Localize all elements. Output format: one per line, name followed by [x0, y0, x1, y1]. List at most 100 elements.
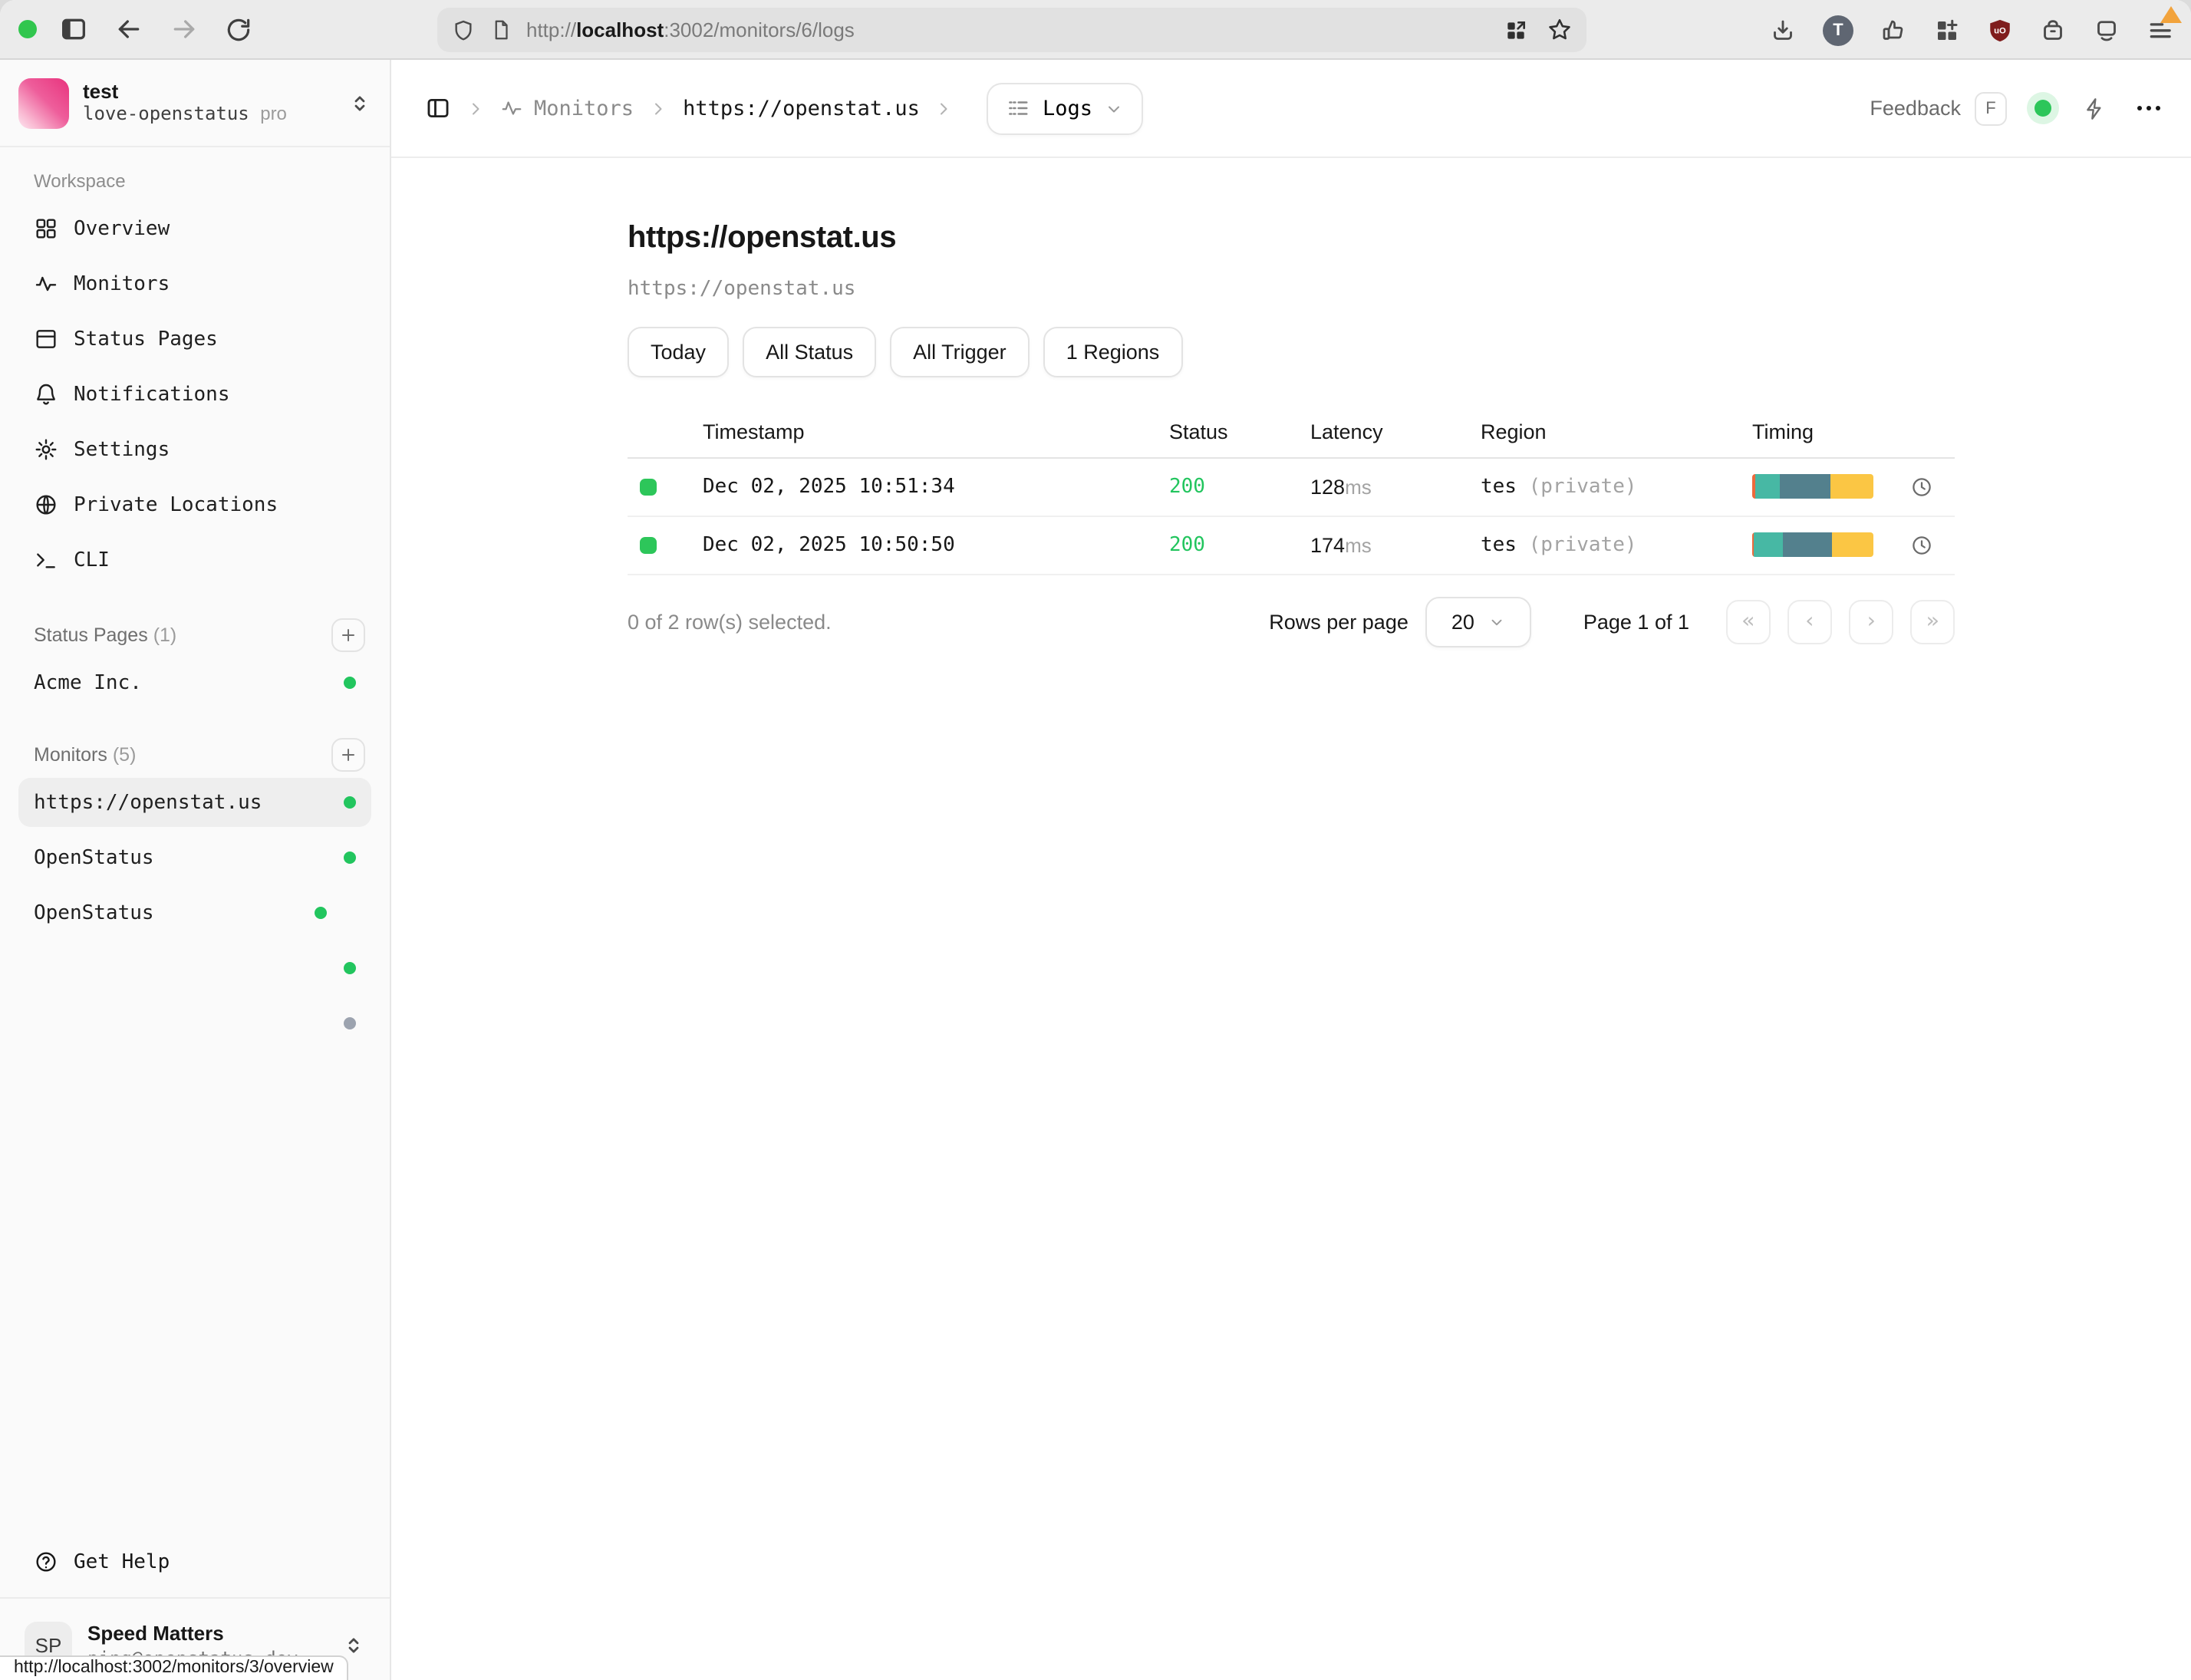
page-content: https://openstat.us https://openstat.us … [628, 158, 1955, 647]
url-text[interactable]: http://localhost:3002/monitors/6/logs [526, 18, 855, 41]
column-header-timing[interactable]: Timing [1752, 420, 1955, 443]
sidebar-item-label: Notifications [74, 383, 230, 406]
monitor-item[interactable]: OpenStatus [18, 833, 371, 882]
page-indicator: Page 1 of 1 [1583, 611, 1689, 634]
extension-thumb-icon[interactable] [1880, 16, 1907, 44]
browser-sidebar-toggle-icon[interactable] [58, 14, 89, 44]
feedback-shortcut-badge: F [1975, 91, 2007, 125]
filter-trigger-button[interactable]: All Trigger [890, 327, 1030, 377]
monitors-section-title: Monitors (5) [34, 744, 136, 766]
terminal-icon [34, 548, 58, 572]
add-status-page-button[interactable] [331, 618, 365, 652]
column-header-timestamp[interactable]: Timestamp [703, 420, 1169, 443]
panel-left-icon[interactable] [425, 95, 451, 121]
feedback-button[interactable]: Feedback [1870, 97, 1961, 120]
back-button-icon[interactable] [114, 14, 144, 44]
timing-bar [1752, 475, 1873, 499]
breadcrumb-monitors[interactable]: Monitors [500, 96, 634, 120]
page-title: https://openstat.us [628, 220, 1955, 257]
rows-per-page-select[interactable]: 20 [1425, 597, 1531, 647]
breadcrumb-current[interactable]: https://openstat.us [683, 96, 920, 120]
status-pages-section-header: Status Pages (1) [34, 618, 356, 652]
sidebar-item-overview[interactable]: Overview [18, 201, 371, 256]
activity-icon [34, 272, 58, 296]
sidebar-item-label: Monitors [74, 272, 170, 295]
ublock-shield-icon[interactable]: uO [1987, 16, 2013, 44]
bookmark-star-icon[interactable] [1547, 17, 1573, 43]
sidebar-item-settings[interactable]: Settings [18, 422, 371, 477]
globe-icon [34, 492, 58, 517]
column-header-region[interactable]: Region [1481, 420, 1752, 443]
system-status-dot[interactable] [2035, 100, 2051, 117]
sidebar-item-label: Settings [74, 438, 170, 461]
sidebar-item-notifications[interactable]: Notifications [18, 367, 371, 422]
address-bar[interactable]: http://localhost:3002/monitors/6/logs [437, 8, 1586, 52]
chevron-right-icon [649, 99, 667, 117]
monitor-item[interactable]: https://openstat.us [18, 778, 371, 827]
toolbox-icon[interactable] [2039, 16, 2067, 44]
workspace-switcher[interactable]: test love-openstatus pro [18, 75, 371, 130]
window-traffic-light[interactable] [18, 20, 37, 38]
sidebar-item-status-pages[interactable]: Status Pages [18, 311, 371, 367]
update-badge [2160, 6, 2182, 23]
first-page-button[interactable]: « [1726, 600, 1771, 644]
bell-icon [34, 382, 58, 407]
page-subtitle: https://openstat.us [628, 278, 1955, 301]
header-actions: Feedback F [1870, 91, 2160, 125]
lightning-icon[interactable] [2082, 96, 2107, 120]
filter-period-button[interactable]: Today [628, 327, 729, 377]
browser-toolbar: http://localhost:3002/monitors/6/logs T [0, 0, 2191, 60]
more-options-icon[interactable] [2137, 106, 2160, 110]
downloads-icon[interactable] [1769, 16, 1797, 44]
last-page-button[interactable]: » [1910, 600, 1955, 644]
monitor-item[interactable]: OpenStatus [18, 888, 371, 937]
filter-status-button[interactable]: All Status [743, 327, 876, 377]
status-dot [344, 796, 356, 809]
sidebar-item-label: Private Locations [74, 493, 278, 516]
logs-view-button[interactable]: Logs [987, 82, 1143, 134]
tab-stack-icon[interactable] [2093, 16, 2120, 44]
page-info-icon[interactable] [489, 18, 512, 41]
sidebar-item-label: Overview [74, 217, 170, 240]
monitor-item[interactable] [18, 944, 371, 993]
get-help-button[interactable]: Get Help [18, 1534, 371, 1589]
clock-icon[interactable] [1910, 476, 1933, 499]
sidebar-item-monitors[interactable]: Monitors [18, 256, 371, 311]
cell-status: 200 [1169, 476, 1310, 499]
clock-icon[interactable] [1910, 534, 1933, 557]
shield-icon[interactable] [451, 18, 476, 42]
previous-page-button[interactable]: ‹ [1787, 600, 1832, 644]
column-header-status[interactable]: Status [1169, 420, 1310, 443]
extension-t-icon[interactable]: T [1823, 15, 1853, 45]
chevron-right-icon [466, 99, 485, 117]
sidebar-item-label: CLI [74, 548, 110, 572]
sidebar-footer: Get Help SP Speed Matters ping@openstatu… [18, 1534, 371, 1671]
split-view-icon[interactable] [1504, 18, 1528, 42]
cell-timestamp: Dec 02, 2025 10:51:34 [703, 476, 1169, 499]
main-area: Monitors https://openstat.us Logs Feedba… [391, 60, 2191, 1680]
rows-per-page-label: Rows per page [1269, 611, 1408, 634]
forward-button-icon[interactable] [169, 14, 199, 44]
next-page-button[interactable]: › [1849, 600, 1893, 644]
filter-regions-button[interactable]: 1 Regions [1043, 327, 1183, 377]
workspace-name: test [83, 80, 287, 103]
cell-status: 200 [1169, 534, 1310, 557]
panel-top-icon [34, 327, 58, 351]
reload-button-icon[interactable] [224, 15, 253, 44]
table-row[interactable]: Dec 02, 2025 10:51:34 200 128ms tes (pri… [628, 459, 1955, 517]
cell-timing [1752, 475, 1955, 499]
activity-icon [500, 97, 523, 120]
monitor-item[interactable] [18, 999, 371, 1048]
sidebar-item-cli[interactable]: CLI [18, 532, 371, 588]
chevrons-up-down-icon [348, 91, 371, 114]
app-menu-icon[interactable] [2147, 15, 2176, 44]
sidebar-item-private-locations[interactable]: Private Locations [18, 477, 371, 532]
cell-timestamp: Dec 02, 2025 10:50:50 [703, 534, 1169, 557]
add-monitor-button[interactable] [331, 738, 365, 772]
extensions-icon[interactable] [1933, 16, 1961, 44]
status-page-item[interactable]: Acme Inc. [18, 658, 371, 707]
table-row[interactable]: Dec 02, 2025 10:50:50 200 174ms tes (pri… [628, 517, 1955, 575]
column-header-latency[interactable]: Latency [1310, 420, 1481, 443]
svg-text:uO: uO [1994, 26, 2006, 35]
workspace-plan: pro [260, 103, 287, 124]
